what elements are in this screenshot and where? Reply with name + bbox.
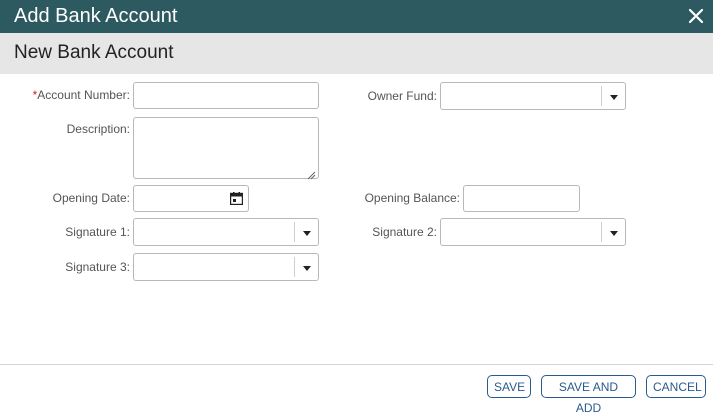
chevron-down-icon[interactable] — [294, 222, 318, 242]
dialog-titlebar: Add Bank Account — [0, 0, 713, 33]
calendar-icon — [229, 192, 244, 206]
signature-1-label: Signature 1: — [65, 225, 130, 239]
account-number-label: *Account Number: — [33, 88, 130, 102]
opening-balance-input[interactable] — [463, 185, 580, 212]
close-icon[interactable] — [686, 6, 706, 26]
opening-date-label: Opening Date: — [52, 191, 130, 205]
dialog-subtitle: New Bank Account — [14, 42, 174, 63]
owner-fund-label: Owner Fund: — [367, 89, 437, 103]
opening-date-input[interactable] — [133, 185, 225, 212]
chevron-down-icon[interactable] — [294, 257, 318, 277]
cancel-button[interactable]: CANCEL — [646, 375, 706, 398]
opening-balance-label: Opening Balance: — [364, 191, 460, 205]
chevron-down-icon[interactable] — [601, 222, 625, 242]
chevron-down-icon[interactable] — [601, 86, 625, 106]
dialog-title: Add Bank Account — [14, 5, 178, 27]
account-number-label-text: Account Number: — [37, 88, 130, 102]
signature-3-select[interactable] — [133, 253, 319, 281]
description-textarea[interactable] — [133, 117, 319, 180]
signature-3-label: Signature 3: — [65, 260, 130, 274]
date-picker-button[interactable] — [224, 185, 249, 212]
dialog-subheader: New Bank Account — [0, 33, 713, 74]
save-and-add-button[interactable]: SAVE AND ADD — [541, 375, 636, 415]
signature-1-select[interactable] — [133, 218, 319, 246]
resize-handle-icon[interactable] — [307, 167, 316, 180]
account-number-input[interactable] — [133, 82, 319, 109]
save-button[interactable]: SAVE — [487, 375, 531, 398]
signature-2-label: Signature 2: — [372, 225, 437, 239]
footer-divider — [0, 364, 713, 365]
owner-fund-select[interactable] — [440, 82, 626, 110]
description-label: Description: — [66, 122, 130, 136]
signature-2-select[interactable] — [440, 218, 626, 246]
